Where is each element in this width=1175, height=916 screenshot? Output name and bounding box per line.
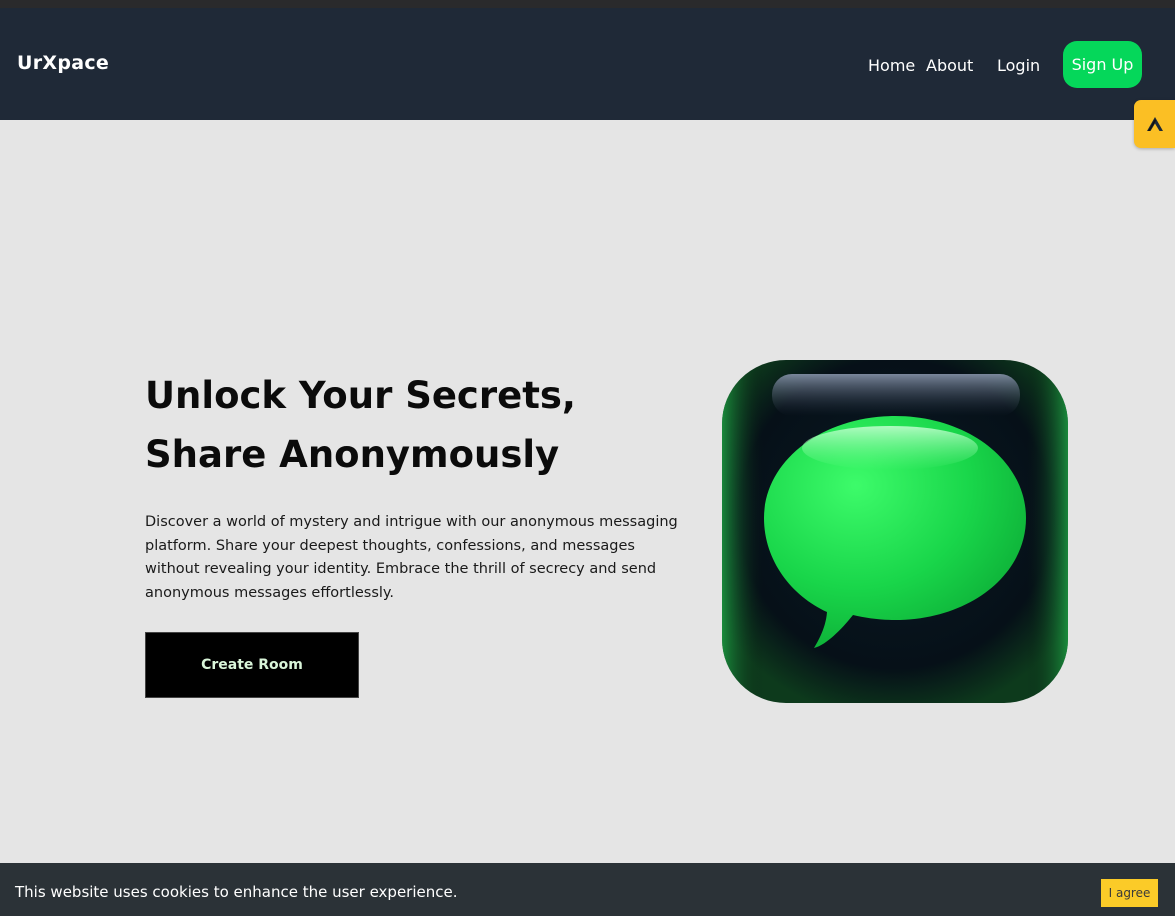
- brand-logo-text: UrXpace: [17, 52, 110, 74]
- create-room-button[interactable]: Create Room: [145, 632, 359, 698]
- logo-arc-icon: [118, 46, 136, 82]
- triangle-logo-icon: [1146, 117, 1163, 131]
- brand-logo[interactable]: UrXpace: [16, 44, 140, 84]
- nav-home-link[interactable]: Home: [868, 56, 915, 75]
- cookie-agree-button[interactable]: I agree: [1101, 879, 1158, 907]
- hero-image: [720, 358, 1070, 705]
- side-widget-tab[interactable]: [1134, 100, 1175, 148]
- chat-bubble-icon: [722, 360, 1068, 703]
- cookie-banner: This website uses cookies to enhance the…: [0, 863, 1175, 916]
- window-top-strip: [0, 0, 1175, 8]
- hero-description: Discover a world of mystery and intrigue…: [145, 514, 678, 601]
- cookie-banner-text: This website uses cookies to enhance the…: [15, 883, 458, 901]
- nav-about-link[interactable]: About: [926, 56, 973, 75]
- top-navbar: UrXpace Home About Login Sign Up: [0, 8, 1175, 120]
- hero-title: Unlock Your Secrets, Share Anonymously: [145, 374, 576, 476]
- nav-login-link[interactable]: Login: [997, 56, 1040, 75]
- signup-button[interactable]: Sign Up: [1063, 41, 1142, 88]
